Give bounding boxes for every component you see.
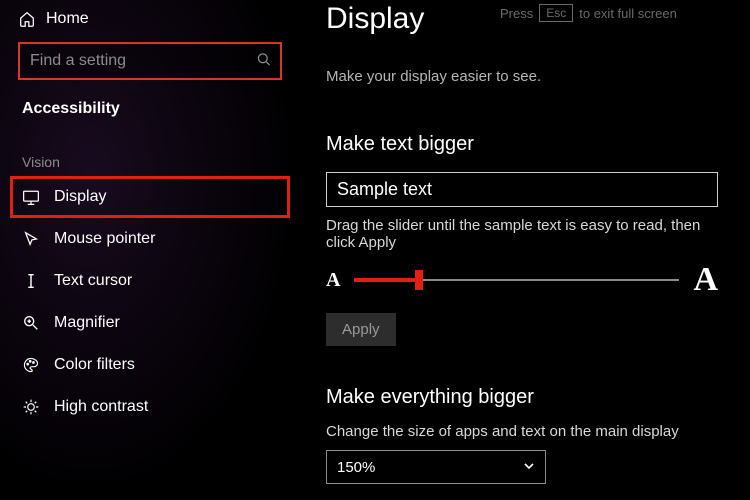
slider-track-empty: [419, 279, 679, 281]
cursor-icon: [22, 230, 40, 248]
sidebar-item-text-cursor[interactable]: Text cursor: [10, 260, 290, 302]
scale-description: Change the size of apps and text on the …: [326, 423, 724, 440]
scale-select[interactable]: 150%: [326, 450, 546, 484]
slider-track-filled: [354, 278, 419, 282]
sidebar-item-mouse-pointer[interactable]: Mouse pointer: [10, 218, 290, 260]
section-text-bigger: Make text bigger: [326, 133, 724, 156]
esc-key: Esc: [539, 4, 573, 22]
text-size-slider-row: A A: [326, 261, 718, 299]
sidebar-item-label: Display: [54, 188, 106, 206]
section-everything-bigger: Make everything bigger: [326, 386, 724, 409]
chevron-down-icon: [523, 459, 535, 476]
group-label-vision: Vision: [10, 118, 290, 176]
home-link[interactable]: Home: [10, 6, 290, 32]
hint-post: to exit full screen: [579, 6, 677, 21]
small-a-label: A: [326, 269, 340, 292]
big-a-label: A: [693, 261, 718, 299]
scale-selected-value: 150%: [337, 459, 375, 476]
main-panel: Press Esc to exit full screen Display Ma…: [300, 0, 750, 500]
slider-description: Drag the slider until the sample text is…: [326, 217, 724, 251]
sidebar-item-label: Magnifier: [54, 314, 120, 332]
palette-icon: [22, 356, 40, 374]
sidebar-item-display[interactable]: Display: [10, 176, 290, 218]
home-icon: [18, 10, 36, 28]
page-subtitle: Make your display easier to see.: [326, 68, 724, 85]
apply-button[interactable]: Apply: [326, 313, 396, 346]
brightness-icon: [22, 398, 40, 416]
text-size-slider[interactable]: [354, 270, 679, 290]
category-title: Accessibility: [10, 88, 290, 118]
hint-pre: Press: [500, 6, 533, 21]
fullscreen-hint: Press Esc to exit full screen: [500, 4, 677, 22]
magnifier-icon: [22, 314, 40, 332]
sidebar-item-color-filters[interactable]: Color filters: [10, 344, 290, 386]
search-icon: [256, 52, 272, 71]
search-input[interactable]: [18, 42, 282, 80]
monitor-icon: [22, 188, 40, 206]
sidebar-item-magnifier[interactable]: Magnifier: [10, 302, 290, 344]
search-wrap: [18, 42, 282, 80]
sidebar-item-label: High contrast: [54, 398, 148, 416]
sidebar-item-high-contrast[interactable]: High contrast: [10, 386, 290, 428]
sidebar-item-label: Color filters: [54, 356, 135, 374]
sidebar: Home Accessibility Vision Display: [0, 0, 300, 500]
sidebar-item-label: Mouse pointer: [54, 230, 155, 248]
sidebar-item-label: Text cursor: [54, 272, 132, 290]
text-cursor-icon: [22, 272, 40, 290]
sample-text-box: Sample text: [326, 172, 718, 207]
slider-thumb[interactable]: [415, 270, 423, 290]
home-label: Home: [46, 10, 89, 28]
